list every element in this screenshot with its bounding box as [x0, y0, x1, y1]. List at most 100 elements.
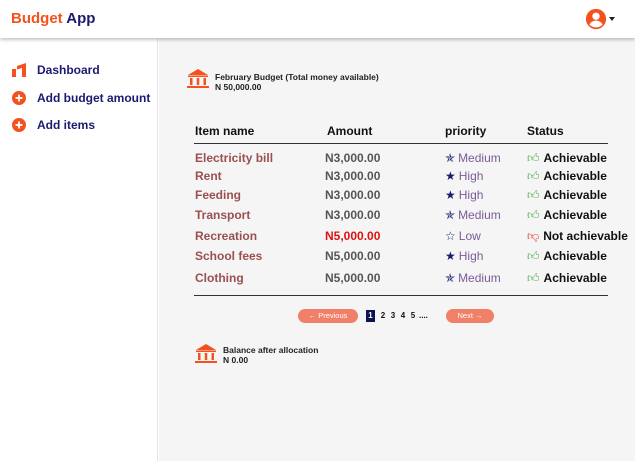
- status-label: Not achievable: [543, 229, 628, 243]
- page-1-button[interactable]: 1: [366, 310, 375, 322]
- star-filled-icon: ★: [445, 188, 456, 202]
- caret-down-icon[interactable]: [609, 17, 615, 21]
- star-outline-icon: ☆: [445, 229, 456, 243]
- sidebar-item-label: Add items: [37, 118, 96, 132]
- item-status: 👎︎ Not achievable: [527, 229, 628, 244]
- account-circle-icon[interactable]: [585, 8, 607, 30]
- item-priority: ✯ Medium: [445, 208, 501, 222]
- sidebar: Dashboard Add budget amount Add items: [0, 38, 158, 461]
- column-header-priority: priority: [445, 124, 487, 138]
- item-amount: N3,000.00: [325, 151, 381, 165]
- status-label: Achievable: [543, 169, 607, 183]
- table-header-divider: [194, 143, 608, 144]
- account-menu[interactable]: [585, 8, 617, 30]
- thumbs-up-icon: 👍︎: [527, 208, 540, 222]
- plus-circle-icon: [12, 91, 26, 105]
- priority-label: Medium: [458, 151, 501, 165]
- pagination-ellipsis: ....: [419, 311, 428, 320]
- item-status: 👍︎ Achievable: [527, 208, 607, 223]
- item-priority: ★ High: [445, 188, 483, 202]
- status-label: Achievable: [543, 271, 607, 285]
- thumbs-up-icon: 👍︎: [527, 271, 540, 285]
- app-brand[interactable]: Budget App: [11, 10, 95, 27]
- item-name: Electricity bill: [195, 151, 274, 165]
- sidebar-item-label: Add budget amount: [37, 91, 151, 105]
- bank-icon: [195, 344, 217, 363]
- status-label: Achievable: [543, 249, 607, 263]
- sidebar-item-dashboard[interactable]: Dashboard: [12, 62, 152, 80]
- sidebar-item-add-budget-amount[interactable]: Add budget amount: [12, 90, 152, 108]
- column-header-amount: Amount: [327, 124, 373, 138]
- plus-circle-icon: [12, 118, 26, 132]
- item-amount: N3,000.00: [325, 169, 381, 183]
- budget-summary: February Budget (Total money available) …: [187, 68, 447, 92]
- main-content: February Budget (Total money available) …: [159, 38, 635, 461]
- item-status: 👍︎ Achievable: [527, 151, 607, 166]
- item-name: Transport: [195, 208, 251, 222]
- item-amount: N3,000.00: [325, 208, 381, 222]
- item-amount: N5,000.00: [325, 229, 381, 243]
- table-row: Clothing N5,000.00 ✯ Medium 👍︎ Achievable: [159, 271, 635, 289]
- star-filled-icon: ★: [445, 169, 456, 183]
- star-half-icon: ✯: [445, 151, 456, 165]
- item-status: 👍︎ Achievable: [527, 188, 607, 203]
- priority-label: High: [458, 188, 484, 202]
- balance-summary: Balance after allocation N 0.00: [195, 343, 395, 367]
- item-priority: ✯ Medium: [445, 151, 501, 165]
- table-row: School fees N5,000.00 ★ High 👍︎ Achievable: [159, 249, 635, 267]
- brand-primary: Budget: [11, 10, 63, 27]
- previous-page-button[interactable]: ← Previous: [298, 309, 358, 323]
- item-status: 👍︎ Achievable: [527, 271, 607, 286]
- thumbs-up-icon: 👍︎: [527, 249, 540, 263]
- star-half-icon: ✯: [445, 208, 456, 222]
- sidebar-item-label: Dashboard: [37, 63, 100, 77]
- item-priority: ☆ Low: [445, 229, 481, 243]
- balance-title: Balance after allocation: [223, 345, 319, 355]
- table-row: Rent N3,000.00 ★ High 👍︎ Achievable: [159, 169, 635, 187]
- page-3-button[interactable]: 3: [388, 309, 398, 323]
- item-amount: N3,000.00: [325, 188, 381, 202]
- thumbs-up-icon: 👍︎: [527, 188, 540, 202]
- priority-label: High: [458, 169, 484, 183]
- item-name: School fees: [195, 249, 263, 263]
- balance-amount: N 0.00: [223, 355, 249, 365]
- priority-label: Medium: [458, 208, 501, 222]
- item-status: 👍︎ Achievable: [527, 249, 607, 264]
- top-bar: Budget App: [0, 0, 635, 38]
- table-row: Recreation N5,000.00 ☆ Low 👎︎ Not achievab…: [159, 229, 635, 247]
- page-4-button[interactable]: 4: [398, 309, 408, 323]
- star-half-icon: ✯: [445, 271, 456, 285]
- status-label: Achievable: [543, 188, 607, 202]
- sidebar-item-add-items[interactable]: Add items: [12, 117, 152, 135]
- item-priority: ★ High: [445, 249, 483, 263]
- priority-label: High: [458, 249, 484, 263]
- thumbs-up-icon: 👍︎: [527, 169, 540, 183]
- priority-label: Low: [458, 229, 481, 243]
- item-name: Clothing: [195, 271, 244, 285]
- table-row: Transport N3,000.00 ✯ Medium 👍︎ Achievable: [159, 208, 635, 226]
- priority-label: Medium: [458, 271, 501, 285]
- item-name: Rent: [195, 169, 222, 183]
- dashboard-icon: [12, 63, 26, 77]
- pagination: ← Previous 1 2 3 4 5 .... Next →: [298, 309, 498, 323]
- item-amount: N5,000.00: [325, 249, 381, 263]
- item-priority: ✯ Medium: [445, 271, 501, 285]
- item-name: Recreation: [195, 229, 258, 243]
- budget-title: February Budget (Total money available): [215, 72, 379, 82]
- page-2-button[interactable]: 2: [378, 309, 388, 323]
- item-priority: ★ High: [445, 169, 483, 183]
- item-amount: N5,000.00: [325, 271, 381, 285]
- item-name: Feeding: [195, 188, 242, 202]
- status-label: Achievable: [543, 151, 607, 165]
- column-header-item-name: Item name: [195, 124, 255, 138]
- thumbs-up-icon: 👍︎: [527, 151, 540, 165]
- next-page-button[interactable]: Next →: [446, 309, 494, 323]
- star-filled-icon: ★: [445, 249, 456, 263]
- brand-secondary: App: [66, 10, 96, 27]
- item-status: 👍︎ Achievable: [527, 169, 607, 184]
- status-label: Achievable: [543, 208, 607, 222]
- page-5-button[interactable]: 5: [408, 309, 418, 323]
- table-row: Electricity bill N3,000.00 ✯ Medium 👍︎ Ach…: [159, 151, 635, 169]
- table-row: Feeding N3,000.00 ★ High 👍︎ Achievable: [159, 188, 635, 206]
- table-footer-divider: [194, 295, 608, 296]
